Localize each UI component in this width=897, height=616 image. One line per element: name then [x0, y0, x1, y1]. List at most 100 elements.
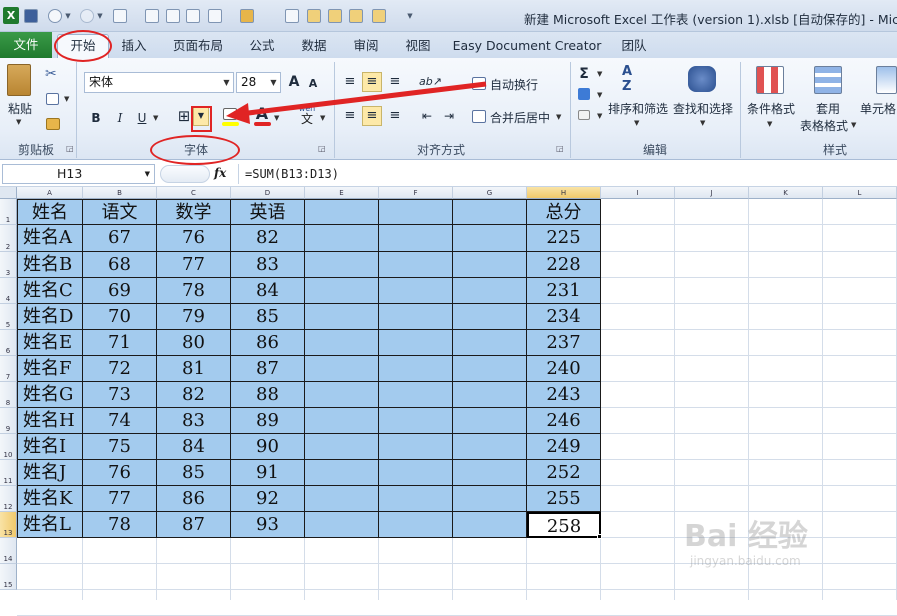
- customize-quick-access-icon[interactable]: ▼: [406, 11, 414, 21]
- column-header[interactable]: G: [453, 187, 527, 199]
- table-cell[interactable]: 姓名A: [17, 225, 83, 252]
- table-cell[interactable]: 67: [83, 225, 157, 252]
- table-cell[interactable]: 92: [231, 486, 305, 512]
- row-header[interactable]: 12: [0, 486, 17, 512]
- column-header[interactable]: B: [83, 187, 157, 199]
- header-cell[interactable]: 总分: [527, 199, 601, 225]
- table-cell[interactable]: [379, 434, 453, 460]
- table-cell[interactable]: 87: [157, 512, 231, 538]
- tab-easy-document-creator[interactable]: Easy Document Creator: [452, 35, 602, 57]
- paste-icon[interactable]: [7, 64, 31, 96]
- wrap-text-button[interactable]: 自动换行: [490, 76, 538, 93]
- tab-formulas[interactable]: 公式: [244, 35, 280, 57]
- table-cell[interactable]: 姓名I: [17, 434, 83, 460]
- paste-dropdown-icon[interactable]: ▼: [16, 118, 21, 126]
- macro4-icon[interactable]: [372, 9, 386, 23]
- orientation-button[interactable]: ab↗: [418, 72, 442, 92]
- table-cell[interactable]: 74: [83, 408, 157, 434]
- fill-color-dropdown-icon[interactable]: ▼: [242, 114, 247, 122]
- header-cell[interactable]: [305, 199, 379, 225]
- font-size-dropdown-icon[interactable]: ▼: [267, 73, 280, 92]
- table-cell[interactable]: [379, 382, 453, 408]
- table-cell[interactable]: 234: [527, 304, 601, 330]
- tab-insert[interactable]: 插入: [116, 35, 152, 57]
- italic-button[interactable]: I: [110, 108, 130, 128]
- find-select-dropdown-icon[interactable]: ▼: [700, 119, 705, 127]
- font-color-dropdown-icon[interactable]: ▼: [274, 114, 279, 122]
- table-cell[interactable]: 258: [527, 512, 601, 538]
- tab-review[interactable]: 审阅: [348, 35, 384, 57]
- format-as-table-line1[interactable]: 套用: [812, 100, 844, 117]
- fill-icon[interactable]: [578, 88, 590, 100]
- filter-icon[interactable]: [285, 9, 299, 23]
- select-all-corner[interactable]: [0, 187, 17, 199]
- alignment-launcher-icon[interactable]: ◲: [556, 144, 564, 153]
- undo-icon[interactable]: [48, 9, 62, 23]
- name-box[interactable]: H13 ▼: [2, 164, 155, 184]
- column-header[interactable]: L: [823, 187, 897, 199]
- table-cell[interactable]: [453, 434, 527, 460]
- row-header[interactable]: 7: [0, 356, 17, 382]
- column-header[interactable]: C: [157, 187, 231, 199]
- align-bottom-button[interactable]: ≡: [385, 72, 405, 92]
- row-header[interactable]: 1: [0, 199, 17, 225]
- sort-filter-icon[interactable]: AZ: [622, 64, 652, 98]
- column-header[interactable]: F: [379, 187, 453, 199]
- merge-center-dropdown-icon[interactable]: ▼: [556, 113, 561, 121]
- macro-icon[interactable]: [307, 9, 321, 23]
- autosum-dropdown-icon[interactable]: ▼: [597, 70, 602, 78]
- cell-styles-icon[interactable]: [876, 66, 897, 94]
- table-cell[interactable]: 88: [231, 382, 305, 408]
- sort-filter-dropdown-icon[interactable]: ▼: [634, 119, 639, 127]
- table-cell[interactable]: [379, 225, 453, 252]
- table-cell[interactable]: 姓名H: [17, 408, 83, 434]
- cell-styles-button[interactable]: 单元格: [860, 100, 897, 117]
- table-cell[interactable]: 姓名F: [17, 356, 83, 382]
- table-cell[interactable]: 姓名C: [17, 278, 83, 304]
- table-cell[interactable]: [305, 434, 379, 460]
- table-cell[interactable]: 姓名D: [17, 304, 83, 330]
- table-cell[interactable]: [305, 330, 379, 356]
- table-cell[interactable]: 77: [83, 486, 157, 512]
- table-cell[interactable]: [379, 330, 453, 356]
- table-cell[interactable]: 86: [231, 330, 305, 356]
- macro3-icon[interactable]: [349, 9, 363, 23]
- row-header[interactable]: 9: [0, 408, 17, 434]
- phonetic-dropdown-icon[interactable]: ▼: [320, 114, 325, 122]
- redo-dropdown-icon[interactable]: ▼: [96, 11, 104, 21]
- table-cell[interactable]: 246: [527, 408, 601, 434]
- table-cell[interactable]: 姓名B: [17, 252, 83, 278]
- table-cell[interactable]: 81: [157, 356, 231, 382]
- row-header[interactable]: 4: [0, 278, 17, 304]
- fill-dropdown-icon[interactable]: ▼: [597, 91, 602, 99]
- print-preview-icon[interactable]: [166, 9, 180, 23]
- table-cell[interactable]: [305, 278, 379, 304]
- clipboard-launcher-icon[interactable]: ◲: [66, 144, 74, 153]
- font-size-combo[interactable]: 28 ▼: [236, 72, 281, 93]
- table-cell[interactable]: 72: [83, 356, 157, 382]
- underline-dropdown-icon[interactable]: ▼: [153, 114, 158, 122]
- font-color-button[interactable]: A: [254, 104, 270, 124]
- redo-icon[interactable]: [80, 9, 94, 23]
- underline-button[interactable]: U: [133, 108, 151, 128]
- grow-font-button[interactable]: A: [285, 72, 303, 92]
- find-select-button[interactable]: 查找和选择: [672, 100, 734, 117]
- table-cell[interactable]: 225: [527, 225, 601, 252]
- table-cell[interactable]: 84: [231, 278, 305, 304]
- header-cell[interactable]: [453, 199, 527, 225]
- row-header[interactable]: 5: [0, 304, 17, 330]
- table-cell[interactable]: 83: [231, 252, 305, 278]
- table-cell[interactable]: [305, 225, 379, 252]
- table-cell[interactable]: [453, 252, 527, 278]
- fill-color-icon[interactable]: [223, 108, 237, 120]
- insert-function-icon[interactable]: fx: [214, 166, 226, 180]
- autosum-button[interactable]: Σ: [576, 64, 592, 84]
- header-cell[interactable]: 数学: [157, 199, 231, 225]
- row-header[interactable]: 3: [0, 252, 17, 278]
- table-cell[interactable]: 85: [231, 304, 305, 330]
- zoom-icon[interactable]: [186, 9, 200, 23]
- merge-center-icon[interactable]: [472, 110, 486, 123]
- row-header[interactable]: 6: [0, 330, 17, 356]
- table-cell[interactable]: [305, 408, 379, 434]
- table-cell[interactable]: [453, 304, 527, 330]
